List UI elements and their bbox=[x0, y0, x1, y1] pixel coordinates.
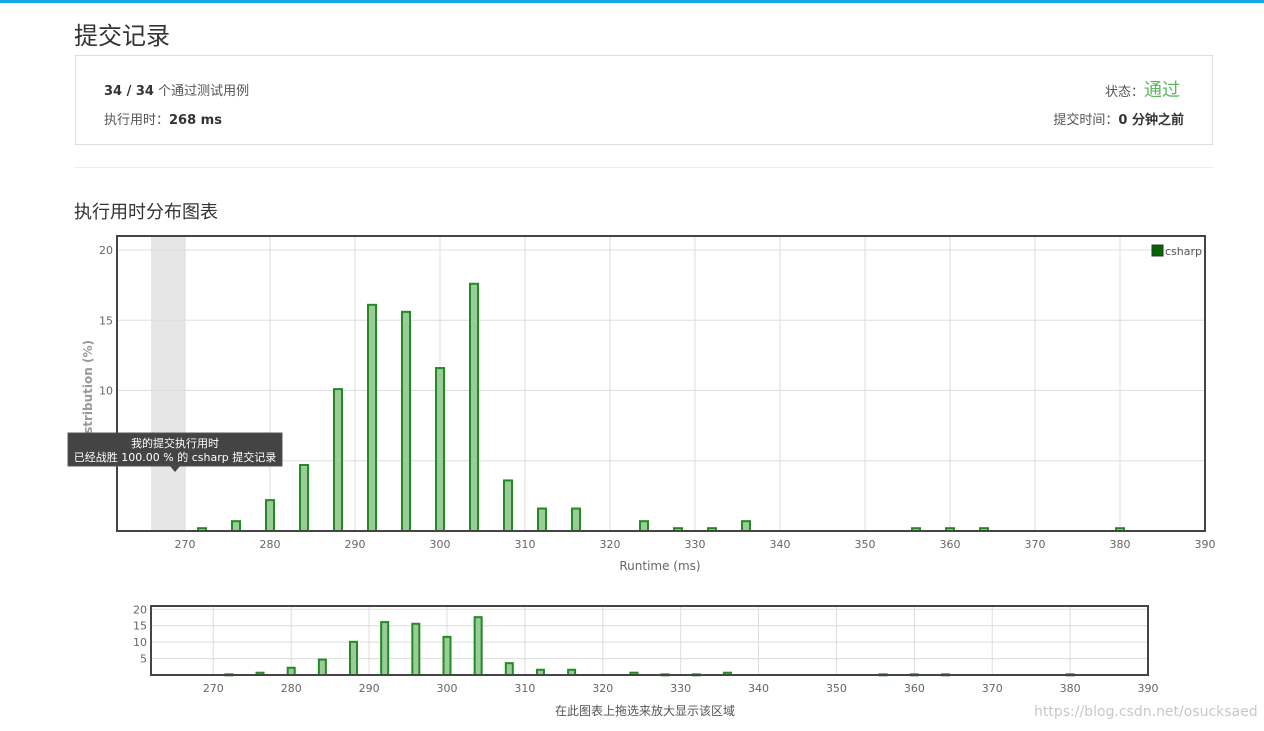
bar[interactable] bbox=[442, 635, 452, 677]
bar[interactable] bbox=[401, 310, 411, 532]
legend[interactable]: csharp bbox=[1151, 244, 1202, 258]
x-tick-label: 330 bbox=[670, 682, 691, 695]
y-tick-label: 10 bbox=[133, 636, 147, 649]
bar[interactable] bbox=[537, 507, 547, 532]
x-tick-label: 390 bbox=[1138, 682, 1159, 695]
x-tick-label: 290 bbox=[345, 538, 366, 551]
overview-plot-frame bbox=[150, 605, 1149, 676]
tooltip-line-2: 已经战胜 100.00 % 的 csharp 提交记录 bbox=[74, 450, 276, 464]
x-tick-label: 310 bbox=[514, 682, 535, 695]
highlight-band bbox=[151, 236, 185, 531]
tooltip: 我的提交执行用时 已经战胜 100.00 % 的 csharp 提交记录 bbox=[67, 432, 283, 472]
x-tick-label: 360 bbox=[940, 538, 961, 551]
tooltip-line-1: 我的提交执行用时 bbox=[131, 436, 219, 450]
x-tick-label: 320 bbox=[592, 682, 613, 695]
bar[interactable] bbox=[473, 616, 483, 677]
bar[interactable] bbox=[286, 666, 296, 676]
legend-swatch bbox=[1151, 244, 1164, 257]
overview-chart[interactable]: 270 280 290 300 310 320 330 340 350 360 370 380 390 … bbox=[133, 603, 1159, 718]
x-tick-label: 280 bbox=[260, 538, 281, 551]
bar[interactable] bbox=[231, 520, 241, 533]
bar[interactable] bbox=[265, 499, 275, 533]
y-tick-label: 15 bbox=[99, 314, 113, 327]
watermark: https://blog.csdn.net/osucksaed bbox=[1034, 704, 1258, 720]
bar[interactable] bbox=[380, 621, 390, 676]
bar[interactable] bbox=[469, 282, 479, 532]
x-tick-label: 350 bbox=[855, 538, 876, 551]
x-tick-label: 330 bbox=[685, 538, 706, 551]
main-chart[interactable]: 270 280 290 300 310 320 330 340 350 360 370 380 390 … bbox=[67, 235, 1216, 573]
overview-caption: 在此图表上拖选来放大显示该区域 bbox=[555, 703, 735, 718]
x-tick-label: 290 bbox=[359, 682, 380, 695]
bar[interactable] bbox=[571, 507, 581, 532]
main-grid bbox=[117, 236, 1206, 531]
x-tick-label: 370 bbox=[1025, 538, 1046, 551]
y-axis-label: Distribution (%) bbox=[81, 340, 95, 448]
x-tick-label: 270 bbox=[203, 682, 224, 695]
x-tick-label: 300 bbox=[430, 538, 451, 551]
x-tick-label: 360 bbox=[904, 682, 925, 695]
x-tick-label: 380 bbox=[1110, 538, 1131, 551]
x-tick-label: 340 bbox=[770, 538, 791, 551]
y-tick-label: 20 bbox=[99, 244, 113, 257]
runtime-distribution-charts[interactable]: 270 280 290 300 310 320 330 340 350 360 370 380 390 … bbox=[0, 0, 1264, 731]
bar[interactable] bbox=[349, 640, 359, 676]
bar[interactable] bbox=[435, 367, 445, 532]
x-axis-label: Runtime (ms) bbox=[619, 559, 700, 573]
x-tick-label: 340 bbox=[748, 682, 769, 695]
x-tick-label: 380 bbox=[1060, 682, 1081, 695]
bar[interactable] bbox=[504, 662, 514, 677]
x-tick-label: 320 bbox=[600, 538, 621, 551]
main-bars bbox=[197, 282, 1125, 533]
bar[interactable] bbox=[333, 388, 343, 532]
overview-x-tick-labels: 270 280 290 300 310 320 330 340 350 360 370 380 390 bbox=[203, 682, 1159, 695]
bar[interactable] bbox=[367, 303, 377, 533]
x-tick-label: 350 bbox=[826, 682, 847, 695]
y-tick-label: 15 bbox=[133, 620, 147, 633]
x-tick-label: 300 bbox=[436, 682, 457, 695]
main-x-tick-labels: 270 280 290 300 310 320 330 340 350 360 370 380 390 bbox=[175, 538, 1216, 551]
bar[interactable] bbox=[317, 658, 327, 676]
bar[interactable] bbox=[741, 520, 751, 533]
bar[interactable] bbox=[503, 479, 513, 532]
main-plot-frame bbox=[116, 235, 1206, 532]
x-tick-label: 370 bbox=[982, 682, 1003, 695]
y-tick-label: 20 bbox=[133, 603, 147, 616]
x-tick-label: 280 bbox=[281, 682, 302, 695]
legend-label: csharp bbox=[1165, 245, 1202, 258]
x-tick-label: 310 bbox=[515, 538, 536, 551]
overview-grid bbox=[151, 606, 1149, 675]
x-tick-label: 390 bbox=[1195, 538, 1216, 551]
y-tick-label: 5 bbox=[140, 653, 147, 666]
x-tick-label: 270 bbox=[175, 538, 196, 551]
y-tick-label: 10 bbox=[99, 385, 113, 398]
overview-y-tick-labels: 5 10 15 20 bbox=[133, 603, 147, 665]
bar[interactable] bbox=[299, 463, 309, 533]
bar[interactable] bbox=[639, 520, 649, 533]
bar[interactable] bbox=[411, 622, 421, 676]
